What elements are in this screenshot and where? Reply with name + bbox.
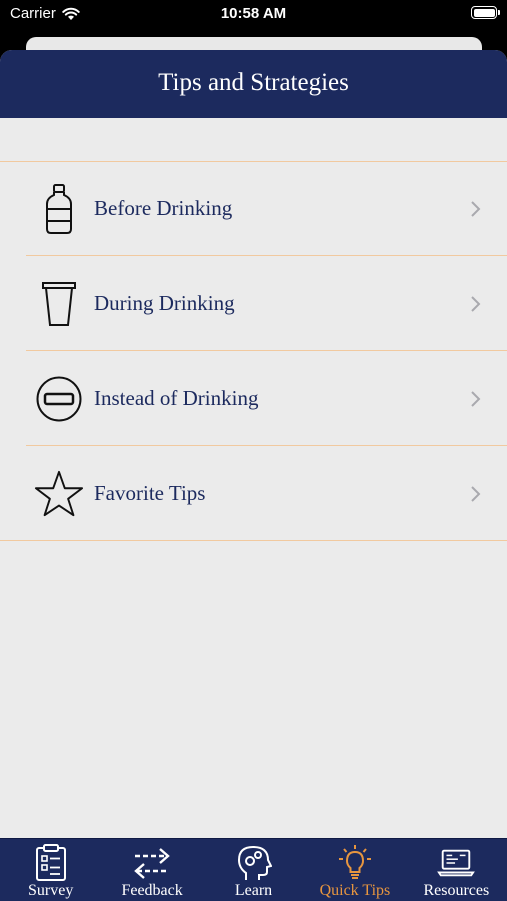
status-time: 10:58 AM (220, 5, 287, 22)
lightbulb-icon (336, 844, 374, 882)
row-before-drinking[interactable]: Before Drinking (0, 161, 507, 256)
row-during-drinking[interactable]: During Drinking (0, 256, 507, 351)
row-label: Instead of Drinking (94, 386, 259, 410)
cup-icon (34, 279, 84, 329)
clipboard-icon (32, 844, 70, 882)
tips-list: Before Drinking During Drinking Instead … (0, 161, 507, 541)
chevron-right-icon (471, 200, 481, 217)
laptop-icon (437, 844, 476, 882)
row-instead-of-drinking[interactable]: Instead of Drinking (0, 351, 507, 446)
tab-label: Resources (423, 882, 490, 899)
row-label: Before Drinking (94, 196, 233, 220)
water-bottle-icon (34, 183, 84, 234)
row-label: During Drinking (94, 291, 235, 315)
tab-label: Learn (234, 882, 273, 899)
tab-label: Survey (28, 882, 74, 899)
status-bar: Carrier 10:58 AM (0, 0, 507, 40)
modal-sheet: Tips and Strategies Before Drinking Duri… (0, 50, 507, 900)
tab-learn[interactable]: Learn (203, 839, 304, 901)
minus-circle-icon (34, 374, 84, 424)
tab-resources[interactable]: Resources (406, 839, 507, 901)
tab-label: Quick Tips (319, 882, 391, 899)
head-gears-icon (235, 844, 273, 882)
tab-feedback[interactable]: Feedback (101, 839, 202, 901)
tab-bar: Survey Feedback Learn Quick Tips Resourc… (0, 838, 507, 901)
chevron-right-icon (471, 390, 481, 407)
page-title: Tips and Strategies (158, 69, 349, 96)
battery-icon (471, 6, 500, 19)
arrows-exchange-icon (133, 844, 171, 882)
tab-survey[interactable]: Survey (0, 839, 101, 901)
chevron-right-icon (471, 485, 481, 502)
tab-label: Feedback (121, 882, 183, 899)
chevron-right-icon (471, 295, 481, 312)
row-label: Favorite Tips (94, 481, 206, 505)
star-outline-icon (34, 469, 84, 519)
tab-quick-tips[interactable]: Quick Tips (304, 839, 405, 901)
row-favorite-tips[interactable]: Favorite Tips (0, 446, 507, 541)
row-divider (0, 540, 507, 541)
navigation-bar: Tips and Strategies (0, 50, 507, 118)
